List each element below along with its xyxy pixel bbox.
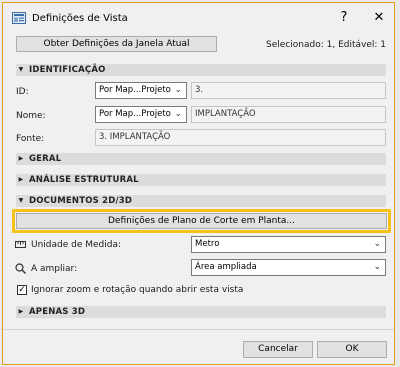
cancel-button[interactable]: Cancelar	[243, 341, 313, 358]
section-geral-header[interactable]: ▶ GERAL	[16, 153, 386, 165]
view-settings-icon	[12, 12, 26, 24]
name-field[interactable]: IMPLANTAÇÃO	[191, 106, 386, 123]
collapsed-arrow-icon: ▶	[18, 155, 24, 162]
source-field: 3. IMPLANTAÇÃO	[95, 129, 386, 146]
ignore-zoom-checkbox[interactable]: ✓	[17, 285, 27, 295]
id-field[interactable]: 3.	[191, 82, 386, 99]
name-mode-select[interactable]: Por Map...Projeto ⌄	[95, 106, 187, 123]
footer-divider	[3, 329, 394, 330]
chevron-down-icon: ⌄	[174, 85, 182, 95]
section-identificacao-header[interactable]: ▼ IDENTIFICAÇÃO	[16, 64, 386, 76]
view-settings-dialog: Definições de Vista ? ✕ Obter Definições…	[2, 2, 395, 365]
unit-label: Unidade de Medida:	[31, 240, 122, 250]
ignore-zoom-label: Ignorar zoom e rotação quando abrir esta…	[31, 285, 244, 295]
zoom-label: A ampliar:	[31, 264, 78, 274]
section-apenas3d-header[interactable]: ▶ APENAS 3D	[16, 306, 386, 318]
get-current-window-settings-button[interactable]: Obter Definições da Janela Atual	[16, 36, 217, 52]
section-documentos-header[interactable]: ▼ DOCUMENTOS 2D/3D	[16, 195, 386, 207]
cut-plane-settings-button[interactable]: Definições de Plano de Corte em Planta..…	[16, 213, 387, 229]
ruler-icon	[15, 241, 26, 248]
dialog-title: Definições de Vista	[32, 13, 128, 24]
expanded-arrow-icon: ▼	[18, 197, 24, 204]
id-label: ID:	[16, 87, 29, 97]
zoom-icon	[15, 263, 26, 274]
id-mode-select[interactable]: Por Map...Projeto ⌄	[95, 82, 187, 99]
section-analise-header[interactable]: ▶ ANÁLISE ESTRUTURAL	[16, 174, 386, 186]
help-button[interactable]: ?	[333, 9, 355, 27]
selection-status: Selecionado: 1, Editável: 1	[266, 40, 386, 50]
name-label: Nome:	[16, 111, 46, 121]
ok-button[interactable]: OK	[317, 341, 387, 358]
chevron-down-icon: ⌄	[373, 239, 381, 249]
unit-select[interactable]: Metro ⌄	[191, 236, 386, 253]
source-label: Fonte:	[16, 134, 45, 144]
zoom-select[interactable]: Área ampliada ⌄	[191, 259, 386, 276]
expanded-arrow-icon: ▼	[18, 66, 24, 73]
collapsed-arrow-icon: ▶	[18, 308, 24, 315]
chevron-down-icon: ⌄	[174, 109, 182, 119]
close-button[interactable]: ✕	[368, 9, 390, 27]
chevron-down-icon: ⌄	[373, 262, 381, 272]
collapsed-arrow-icon: ▶	[18, 176, 24, 183]
